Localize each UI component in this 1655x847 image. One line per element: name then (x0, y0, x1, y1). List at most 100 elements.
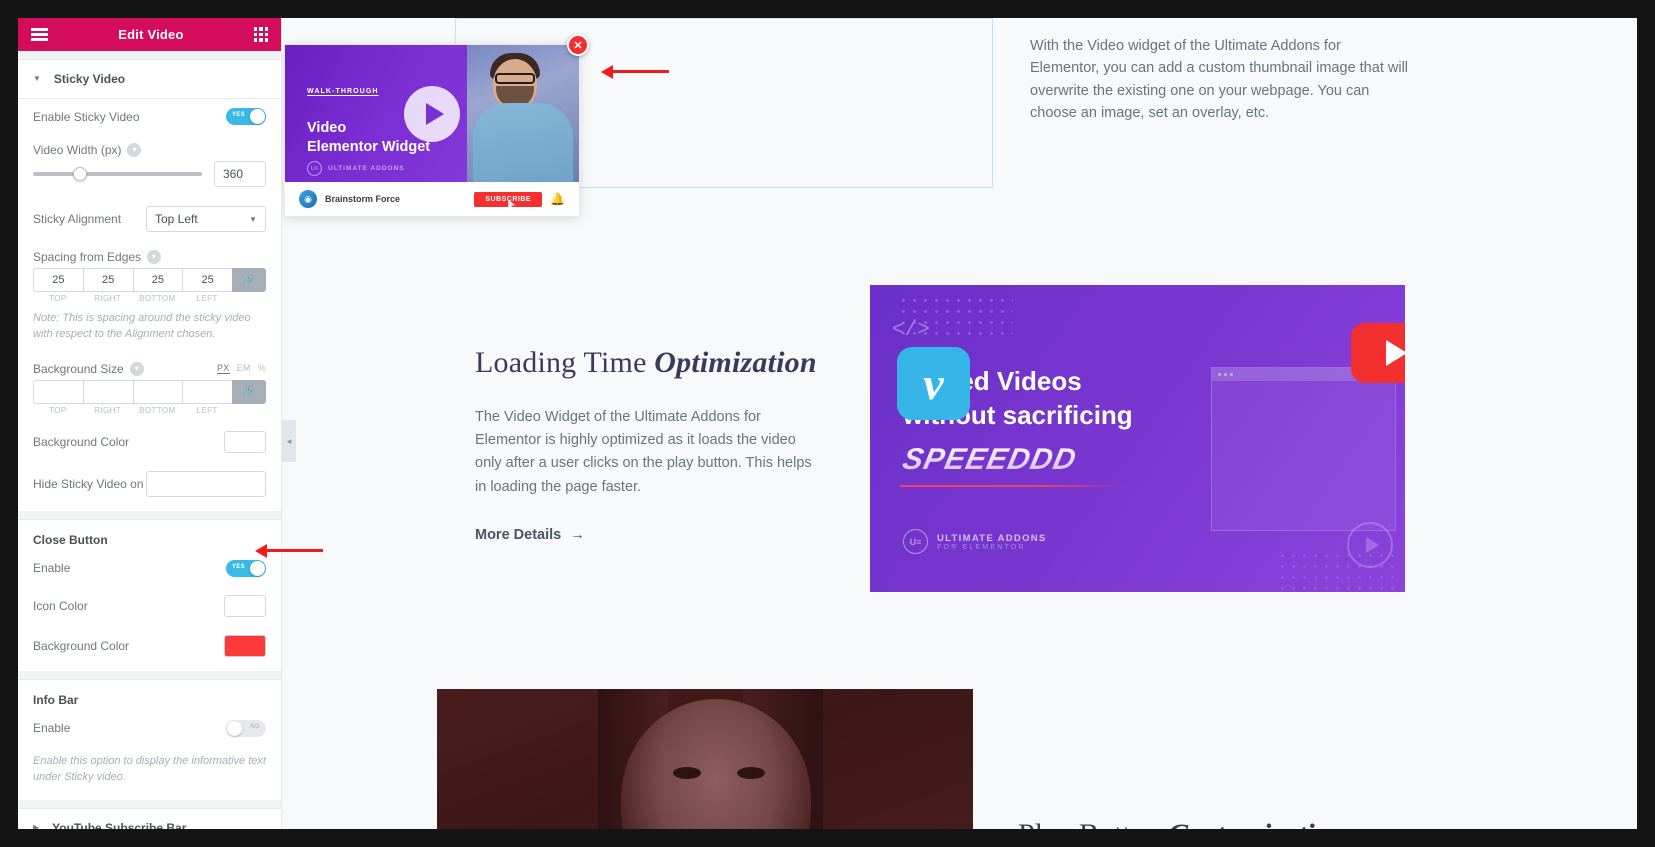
toggle-knob (227, 720, 242, 736)
eye-left (672, 767, 701, 779)
sticky-video-preview: ✕ WALK-THROUGH Video Elementor Widget U≡… (284, 34, 589, 217)
close-background-color-swatch[interactable] (224, 634, 266, 657)
spacing-labels: TOP RIGHT BOTTOM LEFT (18, 292, 281, 303)
unit-percent[interactable]: % (258, 363, 266, 374)
youtube-icon (1351, 323, 1405, 383)
dim-label-left: LEFT (196, 405, 218, 415)
banner-logo-line1: ULTIMATE ADDONS (937, 532, 1047, 544)
spacing-top-input[interactable]: 25 (33, 268, 83, 292)
link-values-icon[interactable]: 🔗 (232, 268, 266, 292)
dim-label-bottom: BOTTOM (139, 405, 176, 415)
thumbnail-brand-label: ULTIMATE ADDONS (328, 165, 405, 172)
banner-logo-line2: FOR ELEMENTOR (937, 543, 1026, 551)
background-size-inputs: 🔗 (18, 379, 281, 404)
toggle-state-label: YES (232, 112, 245, 118)
panel-header: Edit Video (18, 18, 281, 51)
hide-sticky-video-on-input[interactable] (146, 470, 266, 497)
sticky-alignment-value: Top Left (155, 212, 198, 226)
hamburger-icon[interactable] (31, 28, 48, 41)
toggle-knob (250, 109, 265, 124)
glasses-icon (495, 73, 535, 84)
accordion-youtube-subscribe-bar-label: YouTube Subscribe Bar (52, 820, 187, 829)
chevron-down-icon: ▼ (33, 74, 41, 83)
spacing-right-input[interactable]: 25 (82, 268, 133, 292)
presenter-image (467, 45, 579, 182)
info-bar-enable-toggle[interactable]: NO (226, 719, 266, 737)
annotation-arrow-close-button (612, 70, 669, 73)
panel-title: Edit Video (118, 27, 184, 42)
enable-sticky-video-label: Enable Sticky Video (33, 109, 140, 124)
bgsize-top-input[interactable] (33, 379, 83, 404)
widgets-grid-icon[interactable] (253, 27, 268, 42)
icon-color-swatch[interactable] (224, 594, 266, 617)
responsive-toggle-icon[interactable] (127, 143, 142, 157)
control-close-icon-color: Icon Color (18, 586, 281, 626)
optimization-section: Loading Time Optimization The Video Widg… (475, 346, 825, 544)
sticky-video-card[interactable]: ✕ WALK-THROUGH Video Elementor Widget U≡… (284, 34, 589, 217)
background-color-swatch[interactable] (224, 430, 266, 453)
section-gap (18, 799, 281, 809)
dim-label-top: TOP (49, 294, 67, 303)
sticky-alignment-label: Sticky Alignment (33, 212, 122, 226)
control-close-button-enable: Enable YES (18, 551, 281, 586)
accordion-youtube-subscribe-bar[interactable]: ▶ YouTube Subscribe Bar (18, 808, 281, 829)
subscribe-button[interactable]: SUBSCRIBE (474, 191, 543, 210)
browser-window-graphic (1211, 367, 1396, 531)
arrow-right-icon: → (570, 526, 585, 543)
panel-collapse-handle[interactable]: ◂ (282, 420, 296, 462)
control-background-color: Background Color (18, 415, 281, 462)
video-thumbnail[interactable]: WALK-THROUGH Video Elementor Widget U≡ U… (285, 45, 579, 182)
video-width-slider-row: 360 (18, 157, 281, 197)
control-info-bar-enable: Enable NO (18, 711, 281, 746)
walkthrough-label: WALK-THROUGH (307, 88, 379, 95)
more-details-link[interactable]: More Details → (475, 527, 585, 543)
bell-icon[interactable]: 🔔 (550, 192, 565, 206)
code-icon: </> (892, 319, 930, 342)
portrait-image (437, 689, 973, 829)
video-width-input[interactable]: 360 (214, 161, 266, 187)
unit-px[interactable]: PX (216, 363, 230, 375)
toggle-state-label: YES (232, 563, 245, 570)
control-close-bg-color: Background Color (18, 626, 281, 671)
banner-speed-word: SPEEEDDD (899, 443, 1080, 476)
slider-handle[interactable] (73, 167, 88, 181)
toggle-knob (250, 560, 265, 576)
accordion-sticky-video[interactable]: ▼ Sticky Video (18, 60, 281, 99)
background-size-label: Background Size (33, 361, 144, 376)
control-video-width: Video Width (px) (18, 134, 281, 157)
dim-label-bottom: BOTTOM (139, 294, 176, 303)
channel-avatar: ◉ (299, 190, 317, 208)
banner-underline (900, 485, 1128, 487)
bgsize-bottom-input[interactable] (132, 379, 183, 404)
video-width-slider[interactable] (33, 167, 202, 181)
editor-canvas: With the Video widget of the Ultimate Ad… (18, 18, 1637, 829)
link-values-icon[interactable]: 🔗 (232, 379, 266, 404)
spacing-left-input[interactable]: 25 (182, 268, 232, 292)
icon-color-label: Icon Color (33, 598, 88, 613)
close-icon[interactable]: ✕ (567, 34, 589, 56)
spacing-bottom-input[interactable]: 25 (132, 268, 183, 292)
play-outline-icon (1347, 522, 1393, 568)
vimeo-icon: v (897, 347, 970, 420)
chevron-down-icon: ▼ (249, 214, 257, 224)
dim-label-top: TOP (49, 405, 67, 415)
bgsize-left-input[interactable] (182, 379, 232, 404)
thumbnail-brand: U≡ ULTIMATE ADDONS (307, 161, 405, 176)
bgsize-right-input[interactable] (82, 379, 133, 404)
responsive-toggle-icon[interactable] (147, 250, 162, 264)
sticky-alignment-select[interactable]: Top Left ▼ (146, 206, 266, 232)
eye-right (737, 767, 766, 779)
play-button-heading: Play Button Customizations (1018, 818, 1358, 829)
unit-em[interactable]: EM (237, 363, 251, 374)
play-button-icon[interactable] (404, 85, 460, 142)
hide-sticky-video-on-label: Hide Sticky Video on (33, 476, 144, 491)
responsive-toggle-icon[interactable] (129, 361, 144, 376)
play-button-heading-emphasis: Customizations (1168, 818, 1358, 829)
video-width-label: Video Width (px) (33, 143, 142, 157)
toggle-state-label: NO (250, 723, 260, 730)
enable-sticky-video-toggle[interactable]: YES (226, 108, 266, 125)
ultimate-addons-mark-icon: U≡ (307, 161, 322, 176)
screen-root: With the Video widget of the Ultimate Ad… (0, 0, 1655, 847)
optimization-heading: Loading Time Optimization (475, 346, 825, 380)
close-button-enable-toggle[interactable]: YES (226, 559, 266, 577)
